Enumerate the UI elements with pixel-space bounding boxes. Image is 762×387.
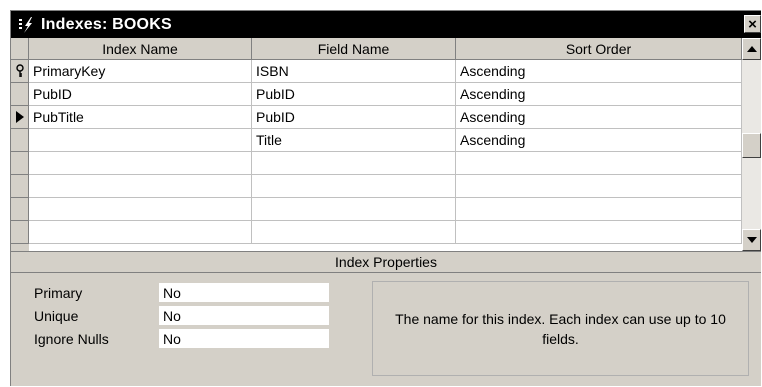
field-name-cell[interactable]: Title — [252, 129, 456, 152]
property-help-text: The name for this index. Each index can … — [395, 310, 726, 347]
sort-order-cell[interactable]: Ascending — [456, 60, 742, 83]
table-row — [11, 198, 742, 221]
sort-order-cell[interactable] — [456, 152, 742, 175]
unique-label: Unique — [34, 308, 79, 324]
index-grid: Index Name Field Name Sort Order Primary… — [11, 38, 742, 251]
field-name-cell[interactable] — [252, 152, 456, 175]
column-header-sort-order[interactable]: Sort Order — [456, 38, 742, 60]
field-name-cell[interactable]: ISBN — [252, 60, 456, 83]
grid-header-row: Index Name Field Name Sort Order — [11, 38, 742, 61]
scroll-track[interactable] — [742, 60, 761, 229]
field-name-cell[interactable]: PubID — [252, 106, 456, 129]
primary-label: Primary — [34, 285, 83, 301]
index-name-cell[interactable] — [29, 175, 252, 198]
table-row: PubID PubID Ascending — [11, 83, 742, 106]
index-name-cell[interactable] — [29, 221, 252, 244]
index-name-cell[interactable] — [29, 152, 252, 175]
vertical-scrollbar[interactable] — [742, 38, 761, 251]
sort-order-cell[interactable]: Ascending — [456, 129, 742, 152]
row-selector[interactable] — [11, 221, 29, 244]
table-row: PubTitle PubID Ascending — [11, 106, 742, 129]
close-icon: × — [748, 15, 757, 33]
row-selector[interactable] — [11, 152, 29, 175]
index-name-cell[interactable]: PubTitle — [29, 106, 252, 129]
scroll-down-arrow-icon — [746, 237, 757, 243]
field-name-cell[interactable] — [252, 175, 456, 198]
index-properties-header: Index Properties — [11, 251, 761, 273]
field-name-cell[interactable]: PubID — [252, 83, 456, 106]
indexes-window: Indexes: BOOKS × Index Name Field Name S… — [10, 10, 761, 386]
current-row-arrow-icon — [15, 111, 24, 123]
index-name-cell[interactable]: PubID — [29, 83, 252, 106]
table-row — [11, 221, 742, 244]
field-name-cell[interactable] — [252, 198, 456, 221]
table-row — [11, 152, 742, 175]
table-row: Title Ascending — [11, 129, 742, 152]
close-button[interactable]: × — [744, 15, 761, 33]
sort-order-cell[interactable]: Ascending — [456, 106, 742, 129]
sort-order-cell[interactable] — [456, 198, 742, 221]
unique-field[interactable]: No — [159, 306, 329, 325]
title-bar[interactable]: Indexes: BOOKS × — [11, 11, 761, 38]
index-name-cell[interactable] — [29, 198, 252, 221]
key-icon — [15, 64, 24, 77]
row-selector[interactable] — [11, 83, 29, 106]
table-row — [11, 175, 742, 198]
select-all-cell[interactable] — [11, 38, 29, 60]
scroll-up-arrow-icon — [746, 46, 757, 52]
row-selector[interactable] — [11, 60, 29, 83]
row-selector[interactable] — [11, 175, 29, 198]
index-name-cell[interactable]: PrimaryKey — [29, 60, 252, 83]
ignore-nulls-label: Ignore Nulls — [34, 331, 109, 347]
sort-order-cell[interactable]: Ascending — [456, 83, 742, 106]
scroll-thumb[interactable] — [742, 133, 761, 158]
window-title: Indexes: BOOKS — [41, 15, 172, 33]
index-name-cell[interactable] — [29, 129, 252, 152]
row-selector[interactable] — [11, 106, 29, 129]
table-row: PrimaryKey ISBN Ascending — [11, 60, 742, 83]
ignore-nulls-field[interactable]: No — [159, 329, 329, 348]
column-header-field-name[interactable]: Field Name — [252, 38, 456, 60]
scroll-down-button[interactable] — [742, 229, 761, 251]
indexes-icon — [17, 15, 37, 35]
property-help-box: The name for this index. Each index can … — [372, 281, 749, 376]
column-header-index-name[interactable]: Index Name — [29, 38, 252, 60]
field-name-cell[interactable] — [252, 221, 456, 244]
sort-order-cell[interactable] — [456, 221, 742, 244]
sort-order-cell[interactable] — [456, 175, 742, 198]
row-selector[interactable] — [11, 198, 29, 221]
primary-field[interactable]: No — [159, 283, 329, 302]
scroll-up-button[interactable] — [742, 38, 761, 60]
row-selector[interactable] — [11, 129, 29, 152]
